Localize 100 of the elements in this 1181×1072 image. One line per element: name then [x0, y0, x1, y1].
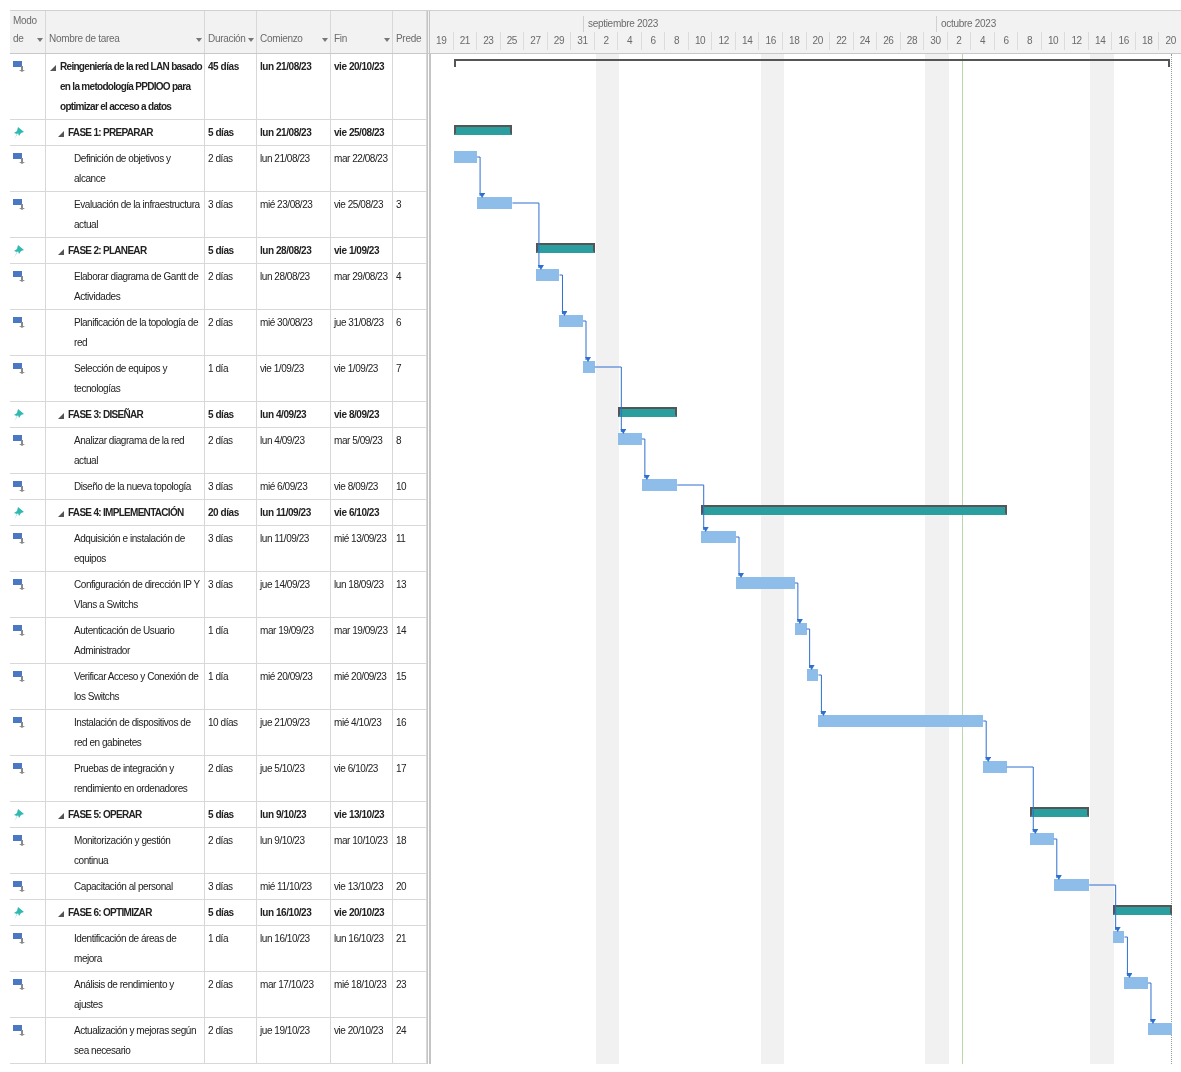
task-name: Analizar diagrama de la red actual	[74, 434, 186, 468]
start-date: jue 5/10/23	[260, 762, 305, 776]
duration-text: 2 días	[208, 978, 233, 992]
collapse-triangle-icon[interactable]	[58, 249, 64, 255]
predecessor-number: 24	[396, 1024, 407, 1038]
duration-text: 2 días	[208, 762, 233, 776]
duration-text: 2 días	[208, 1024, 233, 1038]
predecessor-number: 18	[396, 834, 407, 848]
task-mode-icon	[13, 198, 25, 210]
column-header[interactable]: Modo de	[10, 11, 46, 53]
task-bar[interactable]	[806, 669, 819, 681]
dropdown-caret-icon[interactable]	[196, 38, 202, 42]
task-name: Planificación de la topología de red	[74, 316, 200, 350]
dependency-arrow	[676, 484, 709, 532]
dependency-arrow	[1006, 766, 1039, 834]
day-label: 20	[1159, 32, 1181, 50]
duration-text: 1 día	[208, 932, 228, 946]
dependency-arrow	[641, 438, 650, 480]
task-name: Adquisición e instalación de equipos	[74, 532, 186, 566]
collapse-triangle-icon[interactable]	[58, 911, 64, 917]
day-label: 14	[735, 32, 760, 50]
day-label: 27	[524, 32, 548, 50]
task-bar[interactable]	[535, 269, 560, 281]
task-bar[interactable]	[700, 531, 736, 543]
dropdown-caret-icon[interactable]	[384, 38, 390, 42]
task-name: Definición de objetivos y alcance	[74, 152, 172, 186]
project-summary-bar[interactable]	[453, 59, 1170, 67]
task-name: FASE 2: PLANEAR	[68, 244, 147, 258]
duration-text: 2 días	[208, 834, 233, 848]
collapse-triangle-icon[interactable]	[58, 413, 64, 419]
duration-text: 3 días	[208, 198, 233, 212]
column-header[interactable]: Duración	[205, 11, 257, 53]
day-label: 21	[453, 32, 478, 50]
task-bar[interactable]	[453, 151, 478, 163]
finish-date: mié 13/09/23	[334, 532, 387, 546]
finish-date: mié 20/09/23	[334, 670, 387, 684]
day-label: 4	[618, 32, 642, 50]
collapse-triangle-icon[interactable]	[58, 131, 64, 137]
task-name: Instalación de dispositivos de red en gabinetes	[74, 716, 192, 750]
task-name: FASE 4: IMPLEMENTACIÓN	[68, 505, 184, 520]
start-date: lun 9/10/23	[260, 808, 307, 822]
task-mode-icon	[13, 362, 25, 374]
task-bar[interactable]	[1147, 1023, 1172, 1035]
task-mode-icon	[13, 434, 25, 446]
collapse-triangle-icon[interactable]	[58, 511, 64, 517]
start-date: mié 11/10/23	[260, 880, 312, 894]
dropdown-caret-icon[interactable]	[322, 38, 328, 42]
duration-text: 2 días	[208, 316, 233, 330]
finish-date: vie 8/09/23	[334, 408, 380, 422]
task-bar[interactable]	[1053, 879, 1090, 891]
day-label: 23	[477, 32, 501, 50]
collapse-triangle-icon[interactable]	[58, 813, 64, 819]
predecessor-number: 17	[396, 762, 407, 776]
collapse-triangle-icon[interactable]	[50, 65, 56, 71]
duration-text: 2 días	[208, 270, 233, 284]
dependency-arrow	[1123, 936, 1133, 978]
start-date: lun 4/09/23	[260, 408, 307, 422]
finish-date: jue 31/08/23	[334, 316, 384, 330]
day-label: 4	[971, 32, 995, 50]
task-name: Configuración de dirección IP Y Vlans a Switchs	[74, 578, 201, 612]
dropdown-caret-icon[interactable]	[248, 38, 254, 42]
finish-date: mié 18/10/23	[334, 978, 387, 992]
task-bar[interactable]	[794, 623, 807, 635]
column-header[interactable]: Comienzo	[257, 11, 331, 53]
dependency-arrow	[735, 536, 744, 578]
column-header[interactable]: Fin	[331, 11, 393, 53]
task-mode-icon	[13, 716, 25, 728]
task-bar[interactable]	[477, 197, 513, 209]
predecessor-number: 15	[396, 670, 407, 684]
task-mode-icon	[13, 316, 25, 328]
task-bar[interactable]	[641, 479, 678, 491]
task-name: FASE 3: DISEÑAR	[68, 407, 144, 422]
finish-date: mar 29/08/23	[334, 270, 388, 284]
dependency-arrow	[1053, 838, 1062, 880]
phase-summary-bar[interactable]	[453, 125, 513, 135]
start-date: lun 16/10/23	[260, 906, 312, 920]
task-mode-icon	[13, 762, 25, 774]
start-date: lun 21/08/23	[260, 152, 310, 166]
day-label: 6	[641, 32, 666, 50]
duration-text: 3 días	[208, 578, 233, 592]
predecessor-number: 13	[396, 578, 407, 592]
duration-text: 5 días	[208, 408, 234, 422]
day-label: 22	[830, 32, 854, 50]
duration-text: 2 días	[208, 434, 233, 448]
task-name: Capacitación al personal	[74, 880, 173, 894]
finish-date: mar 19/09/23	[334, 624, 388, 638]
start-date: lun 9/10/23	[260, 834, 305, 848]
start-date: lun 21/08/23	[260, 126, 312, 140]
day-label: 19	[430, 32, 454, 50]
column-header[interactable]: Prede	[393, 11, 427, 53]
task-mode-icon	[13, 60, 25, 72]
month-label: octubre 2023	[936, 16, 996, 32]
dependency-arrow	[982, 720, 992, 762]
day-label: 16	[759, 32, 783, 50]
column-header[interactable]: Nombre de tarea	[46, 11, 205, 53]
dropdown-caret-icon[interactable]	[37, 38, 43, 42]
task-name: Monitorización y gestión continua	[74, 834, 172, 868]
task-mode-icon	[13, 480, 25, 492]
dependency-arrow	[794, 582, 803, 624]
dependency-arrow	[476, 156, 486, 198]
